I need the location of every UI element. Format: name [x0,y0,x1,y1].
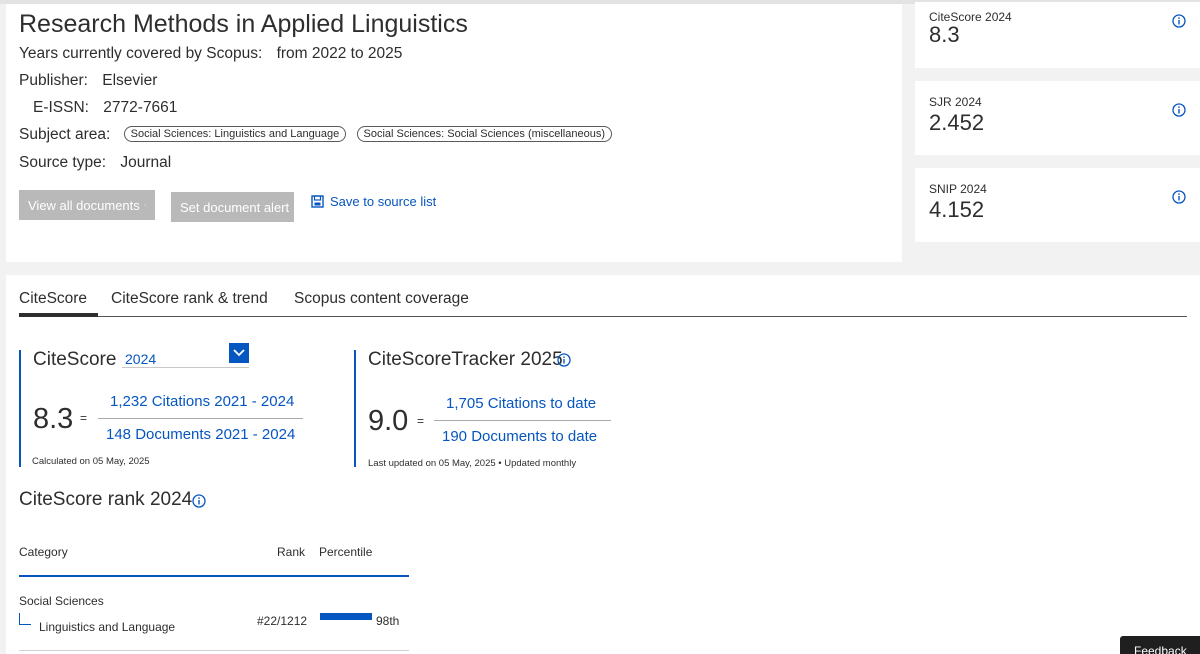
tracker-equals: = [417,414,425,428]
citescore-calculated-note: Calculated on 05 May, 2025 [32,456,150,467]
citescore-year-select[interactable]: 2024 [122,343,249,368]
sjr-metric-label: SJR 2024 [929,95,982,109]
source-type-label: Source type: [19,154,107,171]
rank-value: #22/1212 [257,614,308,628]
save-icon [311,195,324,208]
citescore-equals: = [80,411,88,425]
column-header-percentile: Percentile [319,545,373,559]
rank-heading: CiteScore rank 2024 [19,489,193,510]
citescore-metric-card: CiteScore 2024 8.3 [915,2,1200,68]
publisher-value: Elsevier [102,72,158,89]
set-document-alert-label: Set document alert [180,199,290,215]
subject-label: Subject area: [19,126,111,143]
subcategory-name: Linguistics and Language [39,620,176,634]
column-header-rank: Rank [277,545,306,559]
snip-metric-card: SNIP 2024 4.152 [915,168,1200,242]
tracker-citations-link[interactable]: 1,705 Citations to date [446,395,596,412]
info-icon[interactable] [1172,190,1186,204]
view-all-documents-label: View all documents [28,197,140,213]
eissn-label: E-ISSN: [33,99,89,116]
subject-chip-linguistics[interactable]: Social Sciences: Linguistics and Languag… [123,126,347,142]
category-name: Social Sciences [19,594,104,608]
tab-citescore[interactable]: CiteScore [19,290,87,308]
eissn-row: E-ISSN: 2772-7661 [33,99,177,117]
chevron-down-icon [233,349,245,357]
active-tab-indicator [19,313,98,317]
view-all-documents-button[interactable]: View all documents [19,190,155,220]
percentile-value: 98th [376,614,400,628]
info-icon[interactable] [1172,103,1186,117]
info-icon[interactable] [557,353,571,367]
eissn-value: 2772-7661 [103,99,178,116]
tabs-divider [19,316,1187,317]
citescore-year-value: 2024 [125,351,157,367]
info-icon[interactable] [192,494,206,508]
save-to-source-list-link[interactable]: Save to source list [311,194,436,209]
citescore-accent-bar [19,350,21,467]
citescore-value: 8.3 [33,403,74,435]
citescore-documents-link[interactable]: 148 Documents 2021 - 2024 [106,426,295,443]
publisher-row: Publisher: Elsevier [19,72,157,90]
save-label: Save to source list [330,194,437,209]
tracker-updated-note: Last updated on 05 May, 2025 • Updated m… [368,458,577,469]
snip-metric-label: SNIP 2024 [929,182,987,196]
table-header-divider [19,575,409,577]
percentile-bar [320,613,372,620]
years-covered-row: Years currently covered by Scopus: from … [19,45,402,63]
chevron-right-icon [144,203,146,207]
tracker-fraction-line [434,420,611,421]
subject-chip-social-sciences-misc[interactable]: Social Sciences: Social Sciences (miscel… [356,126,612,142]
sjr-metric-value: 2.452 [929,110,985,135]
snip-metric-value: 4.152 [929,197,985,222]
years-value: from 2022 to 2025 [276,45,403,62]
source-type-value: Journal [120,154,172,171]
tracker-value: 9.0 [368,405,409,437]
set-document-alert-button[interactable]: Set document alert [171,192,294,222]
tree-connector [19,613,31,625]
info-icon[interactable] [1172,14,1186,28]
column-header-category: Category [19,545,68,559]
journal-title: Research Methods in Applied Linguistics [19,10,468,38]
tracker-heading: CiteScoreTracker 2025 [368,349,563,370]
tracker-accent-bar [354,350,356,467]
citescore-citations-link[interactable]: 1,232 Citations 2021 - 2024 [110,393,294,410]
tab-citescore-rank-trend[interactable]: CiteScore rank & trend [111,290,268,308]
years-label: Years currently covered by Scopus: [19,45,263,62]
subject-area-row: Subject area: Social Sciences: Linguisti… [19,126,612,144]
feedback-button[interactable]: Feedback [1120,636,1200,654]
citescore-heading: CiteScore [33,349,117,370]
year-dropdown-button[interactable] [229,343,249,363]
tab-scopus-content-coverage[interactable]: Scopus content coverage [294,290,469,308]
sjr-metric-card: SJR 2024 2.452 [915,81,1200,155]
metrics-detail-card [6,275,1200,654]
citescore-fraction-line [98,418,303,419]
tracker-documents-link[interactable]: 190 Documents to date [442,428,597,445]
table-row-divider [19,650,409,651]
publisher-label: Publisher: [19,72,88,89]
citescore-metric-value: 8.3 [929,22,960,47]
source-type-row: Source type: Journal [19,154,171,172]
